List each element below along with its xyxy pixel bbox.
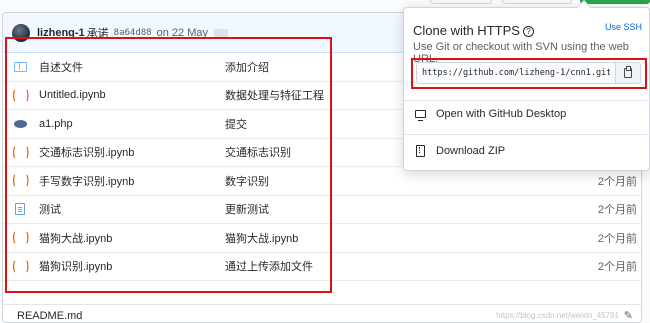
dropdown-divider [404,100,649,101]
commit-author[interactable]: lizheng-1 [37,27,85,39]
php-file-icon [13,117,27,131]
file-row[interactable]: 测试 更新测试 2个月前 [3,196,641,224]
notebook-icon: ⁐ [12,146,28,158]
notebook-icon: ⁐ [12,89,28,101]
use-ssh-link[interactable]: Use SSH [605,22,642,32]
clone-title-text: Clone with HTTPS [413,23,520,38]
commit-age: 2个月前 [597,204,637,217]
help-icon[interactable]: ? [522,26,534,37]
desktop-icon [413,110,427,121]
readme-title: README.md [17,309,83,322]
file-name-link[interactable]: 猫狗大战.ipynb [39,230,112,246]
commit-message-link[interactable]: 数字识别 [225,173,269,189]
avatar[interactable] [12,23,30,42]
commit-message-link[interactable]: 数据处理与特征工程 [225,87,324,103]
zip-icon [413,145,427,157]
upload-button[interactable] [502,0,572,4]
watermark-text: https://blog.csdn.net/weixin_45791 [496,311,619,320]
file-name-link[interactable]: 手写数字识别.ipynb [39,173,134,189]
clone-title: Clone with HTTPS? [413,23,534,38]
commit-sha[interactable]: 8a64d88 [114,28,152,38]
file-name-link[interactable]: 自述文件 [39,59,83,75]
clone-button[interactable] [580,0,650,4]
commit-message-link[interactable]: 更新测试 [225,201,269,217]
file-row[interactable]: ⁐ 猫狗大战.ipynb 猫狗大战.ipynb 2个月前 [3,224,641,253]
clone-url-group [416,62,641,84]
open-desktop-label: Open with GitHub Desktop [436,108,567,120]
notebook-icon: ⁐ [12,260,28,272]
top-buttons [430,0,650,4]
commit-message-link[interactable]: 提交 [225,116,247,132]
clone-dropdown: Clone with HTTPS? Use SSH Use Git or che… [403,0,650,171]
file-name-link[interactable]: a1.php [39,118,73,130]
commit-date: on 22 May [156,26,208,39]
clipboard-icon [624,66,632,78]
find-file-button[interactable] [430,0,492,4]
readme-header: README.md https://blog.csdn.net/weixin_4… [3,304,641,322]
file-row[interactable]: ⁐ 手写数字识别.ipynb 数字识别 2个月前 [3,167,641,196]
commit-message-link[interactable]: 添加介绍 [225,59,269,75]
commit-age: 2个月前 [597,261,637,274]
clone-url-input[interactable] [416,62,615,84]
download-zip-item[interactable]: Download ZIP [413,141,505,161]
commit-message-link[interactable]: 猫狗大战.ipynb [225,230,298,246]
commit-age: 2个月前 [597,175,637,188]
dropdown-divider [404,134,649,135]
file-name-link[interactable]: Untitled.ipynb [39,89,106,101]
commit-age: 2个月前 [597,232,637,245]
notebook-icon: ⁐ [12,232,28,244]
file-row[interactable]: ⁐ 猫狗识别.ipynb 通过上传添加文件 2个月前 [3,253,641,281]
pencil-icon[interactable]: ✎ [624,309,633,322]
commit-message-link[interactable]: 交通标志识别 [225,144,291,160]
download-zip-label: Download ZIP [436,145,506,157]
notebook-icon: ⁐ [12,175,28,187]
file-name-link[interactable]: 测试 [39,201,61,217]
book-icon [13,60,27,74]
commit-verb: 承诺 [86,27,109,40]
file-name-link[interactable]: 猫狗识别.ipynb [39,258,112,274]
file-name-link[interactable]: 交通标志识别.ipynb [39,144,134,160]
open-desktop-item[interactable]: Open with GitHub Desktop [413,104,566,124]
commit-message-link[interactable]: 通过上传添加文件 [225,258,313,274]
copy-url-button[interactable] [615,62,641,84]
ellipsis-button[interactable] [213,28,228,37]
file-icon [13,202,27,216]
